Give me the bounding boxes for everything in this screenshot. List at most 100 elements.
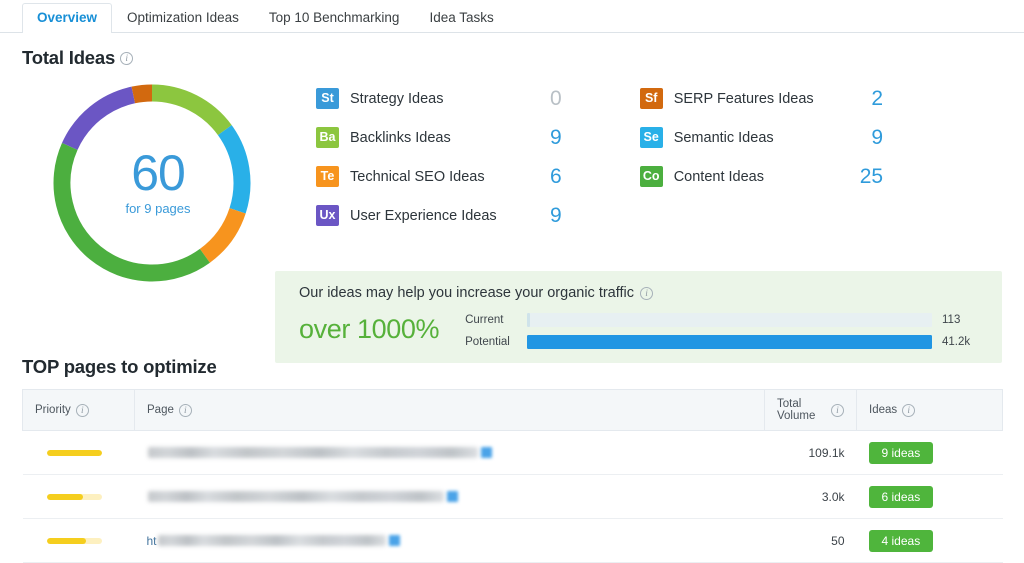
legend-label: Strategy Ideas [350, 90, 444, 107]
legend-value: 9 [550, 125, 562, 149]
bar-value: 113 [942, 313, 961, 326]
cell-page[interactable] [134, 430, 765, 475]
cell-total-volume: 3.0k [764, 474, 857, 519]
bar-value: 41.2k [942, 335, 971, 348]
cell-ideas: 9 ideas [856, 430, 1003, 475]
ideas-legend: St Strategy Ideas 0 Ba Backlinks Ideas 9… [316, 79, 883, 235]
traffic-headline-text: Our ideas may help you increase your org… [299, 285, 635, 301]
donut-segment[interactable] [151, 84, 232, 136]
legend-item-content-ideas[interactable]: Co Content Ideas 25 [639, 157, 884, 196]
tab-optimization-ideas[interactable]: Optimization Ideas [112, 3, 254, 34]
donut-segment[interactable] [62, 86, 136, 151]
info-icon[interactable]: i [640, 286, 654, 300]
legend-value: 0 [550, 86, 562, 110]
traffic-bar-current: Current 113 [465, 312, 984, 327]
cell-page[interactable]: ht [134, 518, 765, 563]
legend-item-backlinks-ideas[interactable]: Ba Backlinks Ideas 9 [316, 118, 562, 157]
legend-value: 9 [871, 125, 884, 149]
redacted-page-url [147, 447, 478, 458]
tab-bar: Overview Optimization Ideas Top 10 Bench… [0, 0, 1024, 34]
priority-bar-fill [46, 537, 87, 544]
top-pages-table: Priority i Page i Total Volume i Ideas i… [22, 389, 1003, 563]
ideas-legend-left-column: St Strategy Ideas 0 Ba Backlinks Ideas 9… [316, 79, 562, 235]
backlinks-ideas-badge-icon: Ba [316, 127, 339, 148]
legend-label: SERP Features Ideas [673, 90, 814, 107]
info-icon[interactable]: i [902, 403, 916, 417]
bar-label: Potential [465, 335, 510, 348]
external-link-icon[interactable] [388, 535, 400, 546]
traffic-bars: Current 113 Potential 41.2k [465, 310, 984, 349]
tab-idea-tasks[interactable]: Idea Tasks [414, 3, 508, 34]
legend-item-strategy-ideas[interactable]: St Strategy Ideas 0 [316, 79, 562, 118]
traffic-bar-potential: Potential 41.2k [465, 334, 984, 349]
info-icon[interactable]: i [120, 51, 134, 65]
tab-overview-label: Overview [37, 9, 98, 25]
legend-value: 2 [871, 86, 884, 110]
content-ideas-badge-icon: Co [639, 166, 663, 187]
legend-item-technical-seo-ideas[interactable]: Te Technical SEO Ideas 6 [316, 157, 562, 196]
donut-svg [53, 84, 251, 282]
column-header-label: Total Volume [777, 398, 816, 422]
priority-bar [46, 493, 102, 500]
external-link-icon[interactable] [480, 447, 492, 458]
legend-item-user-experience-ideas[interactable]: Ux User Experience Ideas 9 [316, 196, 562, 235]
cell-priority [22, 518, 135, 563]
donut-segment[interactable] [199, 207, 246, 263]
page-url-prefix: ht [146, 533, 157, 548]
ideas-badge[interactable]: 6 ideas [868, 485, 934, 508]
tab-top-10-benchmarking[interactable]: Top 10 Benchmarking [254, 3, 415, 34]
traffic-increase-percent: over 1000% [299, 314, 440, 344]
bar-label: Current [465, 313, 504, 326]
info-icon[interactable]: i [831, 403, 844, 417]
info-icon[interactable]: i [75, 403, 89, 417]
total-ideas-donut-chart: 60 for 9 pages [42, 77, 274, 289]
table-row[interactable]: 109.1k 9 ideas [22, 430, 1003, 475]
technical-seo-ideas-badge-icon: Te [316, 166, 339, 187]
tab-overview[interactable]: Overview [22, 2, 113, 34]
donut-segment[interactable] [217, 125, 251, 214]
priority-bar-fill [46, 449, 102, 456]
cell-priority [22, 474, 135, 519]
cell-total-volume: 50 [764, 518, 857, 563]
column-header-page[interactable]: Page i [134, 389, 765, 431]
external-link-icon[interactable] [446, 491, 458, 502]
total-ideas-title-text: Total Ideas [22, 47, 116, 68]
info-icon[interactable]: i [178, 403, 192, 417]
donut-segment[interactable] [53, 142, 210, 282]
column-header-ideas[interactable]: Ideas i [856, 389, 1003, 431]
legend-label: Backlinks Ideas [350, 129, 451, 146]
tab-idea-tasks-label: Idea Tasks [429, 9, 494, 25]
bar-fill [527, 334, 932, 349]
legend-item-semantic-ideas[interactable]: Se Semantic Ideas 9 [639, 118, 884, 157]
cell-ideas: 4 ideas [856, 518, 1003, 563]
column-header-label: Ideas [869, 404, 898, 416]
semantic-ideas-badge-icon: Se [639, 127, 663, 148]
cell-ideas: 6 ideas [856, 474, 1003, 519]
legend-value: 6 [550, 164, 562, 188]
donut-segment[interactable] [131, 84, 153, 104]
redacted-page-url [147, 491, 444, 502]
legend-item-serp-features-ideas[interactable]: Sf SERP Features Ideas 2 [639, 79, 884, 118]
cell-page[interactable] [134, 474, 765, 519]
priority-bar-fill [46, 493, 83, 500]
tab-optimization-ideas-label: Optimization Ideas [127, 9, 239, 25]
priority-bar [46, 537, 102, 544]
strategy-ideas-badge-icon: St [316, 88, 339, 109]
user-experience-ideas-badge-icon: Ux [316, 205, 339, 226]
cell-priority [22, 430, 135, 475]
serp-features-ideas-badge-icon: Sf [639, 88, 663, 109]
column-header-total-volume[interactable]: Total Volume i [764, 389, 857, 431]
legend-label: Technical SEO Ideas [350, 168, 485, 185]
table-row[interactable]: ht 50 4 ideas [22, 518, 1003, 563]
ideas-badge[interactable]: 4 ideas [868, 529, 934, 552]
column-header-priority[interactable]: Priority i [22, 389, 135, 431]
top-pages-title: TOP pages to optimize [22, 356, 1002, 378]
legend-value: 9 [550, 203, 562, 227]
legend-label: Semantic Ideas [673, 129, 774, 146]
ideas-badge[interactable]: 9 ideas [868, 441, 934, 464]
organic-traffic-panel: Our ideas may help you increase your org… [275, 271, 1002, 363]
table-row[interactable]: 3.0k 6 ideas [22, 474, 1003, 519]
legend-label: Content Ideas [673, 168, 764, 185]
legend-value: 25 [859, 164, 884, 188]
redacted-page-url [157, 535, 386, 546]
